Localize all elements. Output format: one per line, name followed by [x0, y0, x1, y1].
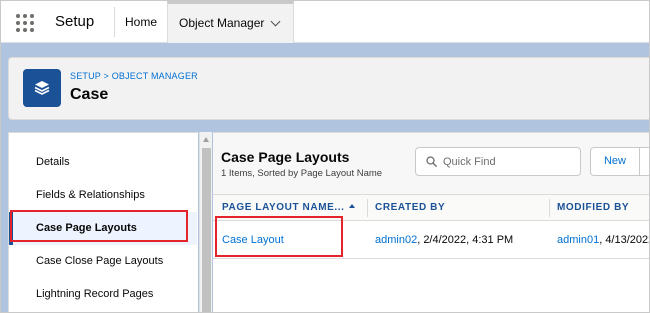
- modified-by-cell: admin01, 4/13/2022: [557, 221, 650, 259]
- chevron-down-icon[interactable]: [270, 16, 281, 27]
- list-title: Case Page Layouts: [221, 149, 350, 165]
- breadcrumb[interactable]: SETUP > OBJECT MANAGER: [70, 71, 198, 81]
- nav-divider: [114, 7, 115, 37]
- tab-object-manager[interactable]: Object Manager: [167, 1, 294, 43]
- sidebar-scrollbar[interactable]: [199, 132, 212, 312]
- column-header-label: PAGE LAYOUT NAME...: [222, 202, 345, 213]
- object-header: SETUP > OBJECT MANAGER Case: [8, 57, 649, 120]
- new-button[interactable]: New: [590, 147, 640, 176]
- list-subtitle: 1 Items, Sorted by Page Layout Name: [221, 168, 383, 179]
- scroll-up-icon[interactable]: [203, 137, 209, 142]
- layers-icon: [23, 69, 61, 107]
- app-frame: Setup Home Object Manager SETUP > OBJECT…: [0, 0, 650, 313]
- sidebar-item-fields-relationships[interactable]: Fields & Relationships: [9, 179, 197, 212]
- tab-home[interactable]: Home: [116, 1, 166, 43]
- list-header: Case Page Layouts 1 Items, Sorted by Pag…: [213, 133, 649, 195]
- app-name: Setup: [55, 13, 95, 30]
- created-by-user-link[interactable]: admin02: [375, 234, 417, 246]
- column-divider[interactable]: [367, 199, 368, 217]
- more-actions-button[interactable]: [639, 147, 649, 176]
- app-launcher-icon[interactable]: [16, 14, 34, 32]
- search-icon: [426, 156, 437, 167]
- sort-ascending-icon[interactable]: [348, 204, 355, 209]
- sidebar-item-case-close-page-layouts[interactable]: Case Close Page Layouts: [9, 245, 197, 278]
- top-nav: Setup Home Object Manager: [1, 1, 649, 43]
- highlight-box-layout: [215, 216, 343, 257]
- quick-find[interactable]: [415, 147, 581, 176]
- modified-date: , 4/13/2022: [599, 234, 650, 246]
- scroll-thumb[interactable]: [202, 148, 211, 312]
- created-by-cell: admin02, 2/4/2022, 4:31 PM: [375, 221, 513, 259]
- sidebar-item-details[interactable]: Details: [9, 146, 197, 179]
- tab-object-manager-label: Object Manager: [179, 16, 265, 30]
- created-date: , 2/4/2022, 4:31 PM: [417, 234, 514, 246]
- column-divider[interactable]: [549, 199, 550, 217]
- search-input[interactable]: [443, 154, 573, 170]
- page-title: Case: [70, 86, 109, 103]
- highlight-box-sidebar: [10, 210, 188, 242]
- column-header-created-by[interactable]: CREATED BY: [375, 195, 445, 221]
- column-header-modified-by[interactable]: MODIFIED BY: [557, 195, 629, 221]
- modified-by-user-link[interactable]: admin01: [557, 234, 599, 246]
- sidebar-item-lightning-record-pages[interactable]: Lightning Record Pages: [9, 278, 197, 311]
